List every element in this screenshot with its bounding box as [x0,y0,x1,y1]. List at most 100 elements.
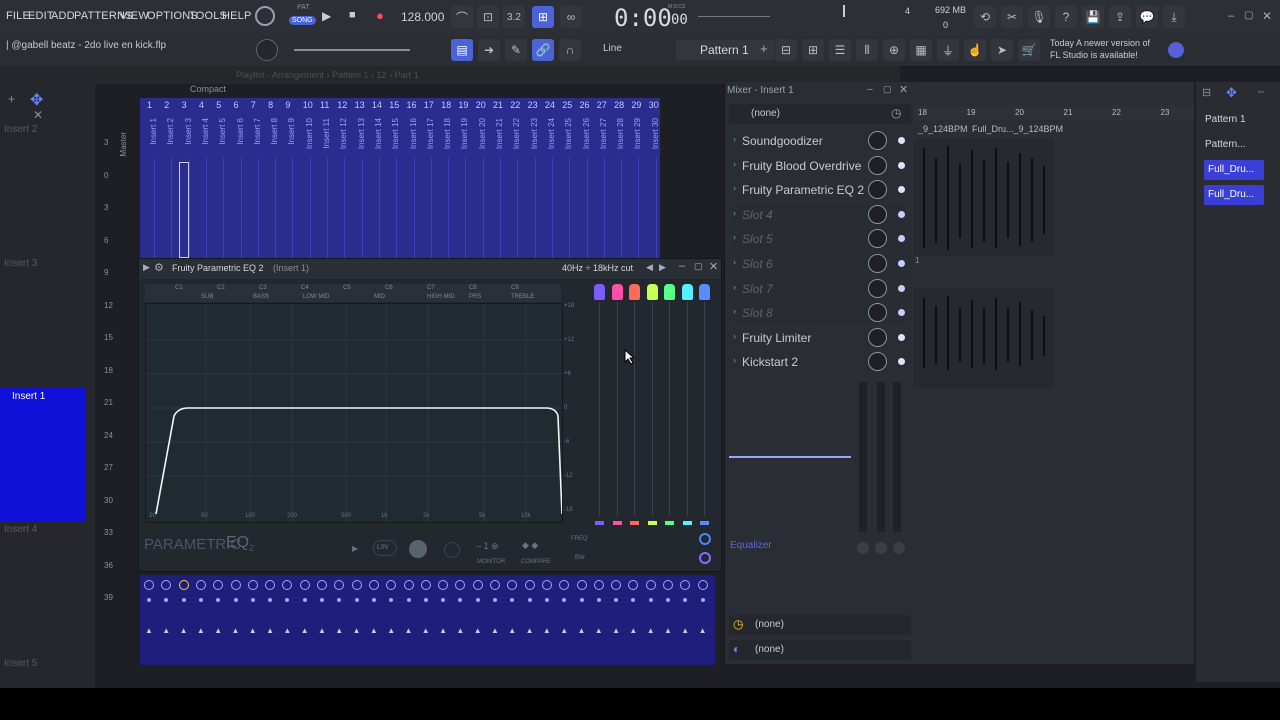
slot-mix-knob[interactable] [868,229,887,249]
route-knob[interactable] [195,580,206,590]
route-arrow-icon[interactable]: ▲ [595,626,603,635]
mixer-track-name[interactable]: Insert 10 [305,118,314,149]
mixer-track-name[interactable]: Insert 21 [495,118,504,149]
band-slider-handle[interactable] [699,284,710,300]
route-arrow-icon[interactable]: ▲ [491,626,499,635]
clip-1-label[interactable]: _9_124BPM [918,124,968,134]
band-enable-led[interactable] [700,521,709,525]
project-icon[interactable]: ▦ [910,39,932,61]
arrow-icon[interactable]: ➜ [478,39,500,61]
pattern-item-1[interactable]: Pattern 1 [1205,114,1246,125]
slot-arrow-icon[interactable]: › [733,331,736,341]
mixer-slot[interactable]: › Soundgoodizer [731,130,907,152]
eq-high-knob[interactable] [893,542,905,554]
mixer-slot[interactable]: › Slot 4 [731,203,907,226]
link-icon[interactable]: 🔗 [532,39,554,61]
mixer-track-number[interactable]: 30 [649,100,659,110]
monitor-buttons[interactable]: – 1 ⊕ [476,541,499,552]
add-track-icon[interactable]: + [8,92,15,106]
slot-mix-knob[interactable] [868,204,887,224]
route-arrow-icon[interactable]: ▲ [162,626,170,635]
mixer-track-number[interactable]: 5 [216,100,221,110]
send-dot[interactable] [337,598,342,602]
route-arrow-icon[interactable]: ▲ [681,626,689,635]
slot-enable-led[interactable] [898,358,905,366]
mixer-track-number[interactable]: 12 [337,100,347,110]
mixer-track-number[interactable]: 11 [320,100,329,110]
touch-icon[interactable]: ☝ [964,39,986,61]
band-slider-handle[interactable] [594,284,605,300]
mixer-track-name[interactable]: Insert 18 [443,118,452,149]
route-knob[interactable] [161,580,172,590]
slot-arrow-icon[interactable]: › [733,355,736,365]
gear-icon[interactable]: ⚙ [154,261,164,274]
pattern-menu-icon[interactable]: ⇔ [1256,86,1266,97]
chat-icon[interactable]: 💬 [1136,6,1158,28]
mixer-slot[interactable]: › Fruity Parametric EQ 2 [731,179,907,202]
menu-view[interactable]: VIEW [120,10,149,22]
eq-graph[interactable] [145,303,563,523]
mixer-track-number[interactable]: 24 [545,100,555,110]
route-knob[interactable] [559,580,570,590]
mixer-track-number[interactable]: 22 [510,100,520,110]
mixer-track-number[interactable]: 6 [234,100,239,110]
route-knob[interactable] [490,580,500,590]
slot-enable-led[interactable] [898,137,905,144]
eq-band-tab[interactable]: C6 [385,285,393,291]
band-enable-led[interactable] [647,521,657,525]
cut-icon[interactable]: ✂ [1001,6,1023,28]
route-knob[interactable] [663,580,673,590]
route-arrow-icon[interactable]: ▲ [508,626,516,635]
route-arrow-icon[interactable]: ▲ [318,626,326,635]
eq-band-tab[interactable]: C4 [301,285,309,291]
mixer-maximize-icon[interactable]: ▢ [883,84,892,95]
route-knob[interactable] [317,580,327,590]
route-arrow-icon[interactable]: ▲ [612,626,620,635]
band-enable-led[interactable] [682,521,692,525]
band-enable-led[interactable] [612,521,622,525]
send-dot[interactable] [147,598,151,602]
slot-arrow-icon[interactable]: › [733,257,736,267]
slot-arrow-icon[interactable]: › [733,208,736,218]
news-line-1[interactable]: Today A newer version of [1050,38,1150,48]
mixer-track-number[interactable]: 26 [580,100,590,110]
slot-arrow-icon[interactable]: › [733,134,736,144]
lin-toggle[interactable]: LIN [373,540,397,556]
countdown-icon[interactable]: 3.2 [503,6,525,28]
slot-mix-knob[interactable] [868,131,887,150]
slot-enable-led[interactable] [898,161,905,169]
send-dot[interactable] [233,598,238,602]
send-icon[interactable]: ➤ [991,39,1013,61]
mixer-track-name[interactable]: Insert 14 [374,118,383,149]
route-knob[interactable] [472,580,483,590]
mixer-track-name[interactable]: Insert 3 [184,118,193,145]
send-dot[interactable] [423,598,428,602]
eq-low-knob[interactable] [857,542,869,554]
route-knob[interactable] [611,580,622,590]
route-knob[interactable] [178,580,189,590]
band-slider-handle[interactable] [629,284,640,300]
mixer-input-select[interactable]: (none) ◷ [729,104,911,124]
metronome-icon[interactable]: ⌒ [451,6,473,28]
eq-mid-knob[interactable] [875,542,887,554]
pattern-move-icon[interactable]: ✥ [1226,85,1237,101]
minimize-icon[interactable]: – [1228,10,1234,22]
route-knob[interactable] [230,580,241,590]
mixer-track-number[interactable]: 16 [407,100,417,110]
send-dot[interactable] [666,598,670,602]
mixer-panel-title[interactable]: Mixer - Insert 1 [727,85,794,96]
send-dot[interactable] [441,598,446,602]
band-slider[interactable] [646,284,659,525]
eq-band-tab[interactable]: C8 [469,285,477,291]
route-knob[interactable] [213,580,224,590]
mixer-track-number[interactable]: 2 [164,100,169,110]
mixer-slot[interactable]: › Fruity Limiter [731,326,907,349]
send-dot[interactable] [700,598,705,602]
mixer-output-select-2[interactable]: ◐ (none) [729,640,911,660]
mixer-track-name[interactable]: Insert 26 [582,118,591,149]
mixer-fader-3[interactable] [893,382,901,532]
mixer-track-name[interactable]: Insert 24 [547,118,556,149]
cart-icon[interactable]: 🛒 [1018,39,1040,61]
send-dot[interactable] [648,598,653,602]
send-dot[interactable] [389,598,394,602]
